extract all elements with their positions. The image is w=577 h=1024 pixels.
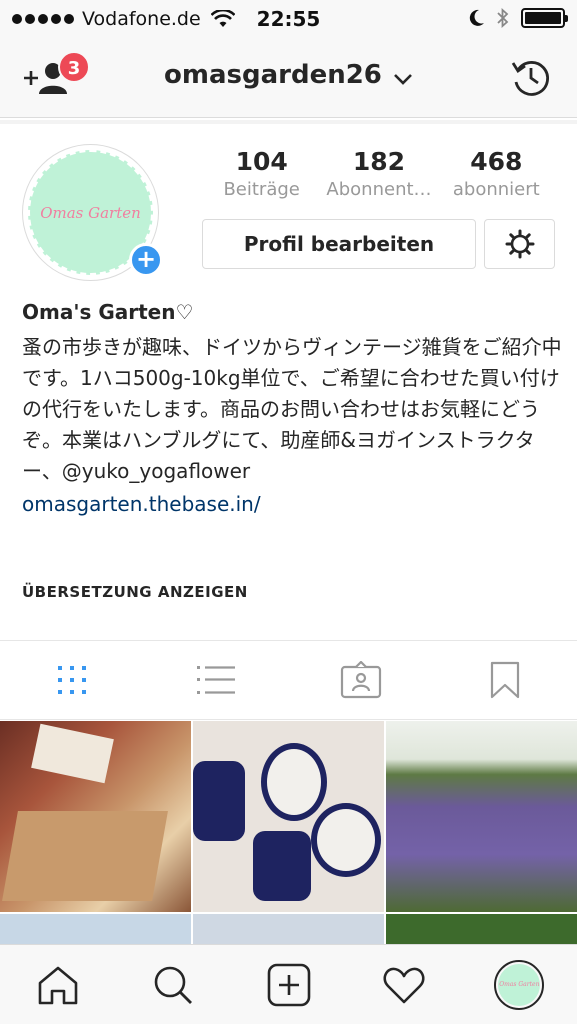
home-icon [38,966,78,1004]
stat-posts[interactable]: 104 Beiträge [203,146,320,202]
account-switcher[interactable]: omasgarden26 [0,60,577,90]
heart-icon [383,967,425,1003]
website-link[interactable]: omasgarten.thebase.in/ [22,489,562,519]
post-thumbnail[interactable] [386,721,577,912]
show-translation-link[interactable]: ÜBERSETZUNG ANZEIGEN [22,583,248,601]
tagged-icon [340,661,381,699]
nav-search[interactable] [115,945,230,1024]
profile-view-tabs [0,640,577,720]
nav-activity[interactable] [346,945,461,1024]
status-bar: Vodafone.de 22:55 [0,0,577,38]
profile-header: 3 omasgarden26 [0,38,577,118]
tab-tagged[interactable] [289,641,433,719]
settings-button[interactable] [484,219,555,269]
tab-grid[interactable] [0,641,144,719]
bookmark-icon [490,661,519,699]
search-icon [154,966,193,1004]
post-thumbnail[interactable] [386,914,577,944]
list-icon [197,666,236,694]
bluetooth-icon [497,8,509,28]
post-thumbnail[interactable] [193,914,384,944]
bio-text: 蚤の市歩きが趣味、ドイツからヴィンテージ雑貨をご紹介中です。1ハコ500g-10… [22,335,562,483]
header-divider [0,120,577,124]
edit-profile-button[interactable]: Profil bearbeiten [202,219,476,269]
grid-icon [58,666,87,694]
history-icon[interactable] [510,57,552,99]
stat-following[interactable]: 468 abonniert [438,146,555,202]
nav-home[interactable] [0,945,115,1024]
profile-bio: Oma's Garten♡ 蚤の市歩きが趣味、ドイツからヴィンテージ雑貨をご紹介… [22,298,562,519]
posts-grid [0,720,577,944]
display-name: Oma's Garten♡ [22,300,194,324]
profile-avatar-small: Omas Garten [494,959,545,1010]
bottom-tab-bar: Omas Garten [0,944,577,1024]
moon-icon [469,9,484,26]
chevron-down-icon [394,73,412,85]
post-thumbnail[interactable] [0,721,191,912]
username-title: omasgarden26 [164,60,382,90]
battery-icon [521,8,568,28]
new-post-icon [267,963,310,1006]
stat-followers[interactable]: 182 Abonnent… [320,146,437,202]
tab-saved[interactable] [433,641,577,719]
add-story-plus-icon[interactable]: + [129,243,163,277]
tab-list[interactable] [144,641,288,719]
avatar-logo-text: Omas Garten [40,203,141,222]
gear-icon [505,229,534,259]
nav-profile[interactable]: Omas Garten [462,945,577,1024]
post-thumbnail[interactable] [193,721,384,912]
profile-stats: 104 Beiträge 182 Abonnent… 468 abonniert [203,146,555,202]
nav-new-post[interactable] [231,945,346,1024]
post-thumbnail[interactable] [0,914,191,944]
